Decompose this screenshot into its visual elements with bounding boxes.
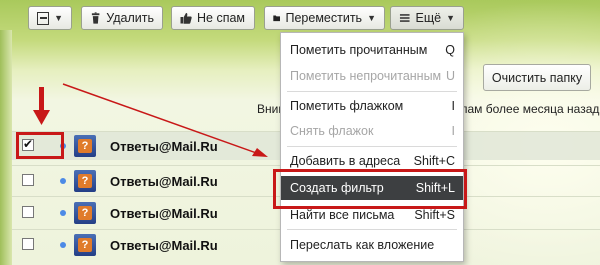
menu-divider — [287, 146, 457, 147]
thumbs-up-icon — [180, 12, 192, 24]
menu-item-flag[interactable]: Пометить флажком I — [281, 94, 463, 118]
menu-item-forward-as-attachment[interactable]: Переслать как вложение — [281, 233, 463, 257]
menu-divider — [287, 91, 457, 92]
menu-item-unflag: Снять флажок I — [281, 119, 463, 143]
sender-name[interactable]: Ответы@Mail.Ru — [110, 139, 218, 154]
menu-item-label: Пометить флажком — [290, 99, 404, 113]
clear-folder-label: Очистить папку — [491, 70, 583, 85]
not-spam-button[interactable]: Не спам — [171, 6, 255, 30]
move-button[interactable]: Переместить ▼ — [264, 6, 385, 30]
menu-item-label: Снять флажок — [290, 124, 374, 138]
select-checkbox-icon — [37, 11, 50, 25]
select-all-dropdown[interactable]: ▼ — [28, 6, 72, 30]
menu-item-mark-read[interactable]: Пометить прочитанным Q — [281, 38, 463, 62]
left-edge-trim — [0, 30, 12, 265]
delete-label: Удалить — [106, 11, 154, 25]
folder-icon — [273, 15, 281, 22]
sender-name[interactable]: Ответы@Mail.Ru — [110, 206, 218, 221]
sender-avatar: ? — [74, 170, 96, 192]
menu-divider — [287, 229, 457, 230]
sender-avatar: ? — [74, 202, 96, 224]
menu-item-shortcut: Shift+S — [414, 208, 455, 222]
trash-icon — [91, 12, 100, 24]
menu-item-shortcut: I — [451, 99, 455, 113]
menu-item-shortcut: Q — [445, 43, 455, 57]
sender-name[interactable]: Ответы@Mail.Ru — [110, 238, 218, 253]
more-button[interactable]: Ещё ▼ — [390, 6, 464, 30]
menu-item-label: Пометить непрочитанным — [290, 69, 442, 83]
row-checkbox[interactable] — [22, 206, 34, 218]
menu-item-label: Добавить в адреса — [290, 154, 401, 168]
question-mark-icon: ? — [78, 174, 92, 188]
question-mark-icon: ? — [78, 139, 92, 153]
sender-avatar: ? — [74, 135, 96, 157]
menu-item-label: Переслать как вложение — [290, 238, 435, 252]
menu-item-mark-unread: Пометить непрочитанным U — [281, 64, 463, 88]
notice-text-end: спам более месяца назад — [455, 102, 600, 116]
menu-item-label: Пометить прочитанным — [290, 43, 428, 57]
menu-item-shortcut: U — [445, 69, 455, 83]
more-actions-menu: Пометить прочитанным Q Пометить непрочит… — [280, 32, 464, 262]
menu-item-shortcut: I — [451, 124, 455, 138]
unread-dot-icon[interactable] — [60, 242, 66, 248]
menu-item-label: Найти все письма — [290, 208, 395, 222]
sender-avatar: ? — [74, 234, 96, 256]
menu-icon — [399, 14, 410, 22]
sender-name[interactable]: Ответы@Mail.Ru — [110, 174, 218, 189]
unread-dot-icon[interactable] — [60, 178, 66, 184]
chevron-down-icon: ▼ — [367, 13, 376, 23]
delete-button[interactable]: Удалить — [81, 6, 163, 30]
annotation-box-create-filter — [273, 169, 467, 209]
chevron-down-icon: ▼ — [446, 13, 455, 23]
row-checkbox[interactable] — [22, 238, 34, 250]
chevron-down-icon: ▼ — [54, 13, 63, 23]
clear-folder-button[interactable]: Очистить папку — [483, 64, 591, 91]
mail-toolbar: ▼ Удалить Не спам Переместить ▼ Ещё ▼ — [0, 6, 600, 32]
question-mark-icon: ? — [78, 238, 92, 252]
question-mark-icon: ? — [78, 206, 92, 220]
not-spam-label: Не спам — [197, 11, 246, 25]
annotation-box-checkbox — [16, 132, 64, 159]
more-label: Ещё — [415, 11, 442, 25]
unread-dot-icon[interactable] — [60, 210, 66, 216]
move-label: Переместить — [285, 11, 363, 25]
row-checkbox[interactable] — [22, 174, 34, 186]
menu-item-shortcut: Shift+C — [413, 154, 455, 168]
